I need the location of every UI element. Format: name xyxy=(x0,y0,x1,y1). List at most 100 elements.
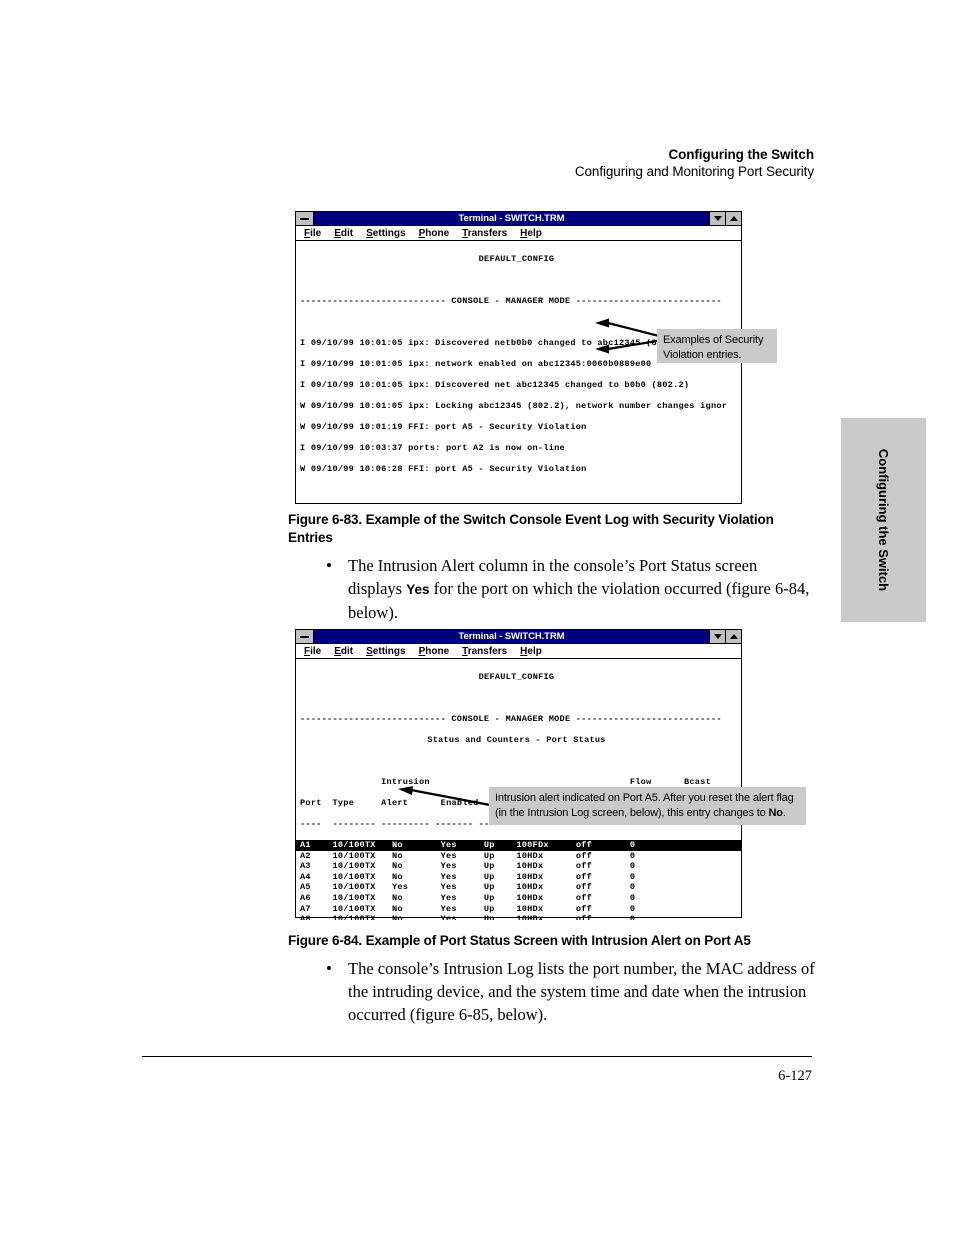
cell-bcast-limit: 0 xyxy=(629,893,663,904)
cell-type: 10/100TX xyxy=(332,914,392,920)
callout-line2: Violation entries. xyxy=(663,348,742,361)
cell-enabled: Yes xyxy=(440,882,484,893)
menu-item-edit[interactable]: Edit xyxy=(334,228,353,239)
chapter-side-tab: Configuring the Switch xyxy=(841,418,926,622)
cell-type: 10/100TX xyxy=(332,861,392,872)
title-bar: Terminal - SWITCH.TRM xyxy=(296,212,741,226)
cell-port: A7 xyxy=(300,903,333,914)
table-row[interactable]: A2 10/100TX No Yes Up 10HDx off 0 xyxy=(300,851,741,862)
cell-bcast-limit: 0 xyxy=(629,871,663,882)
cell-status: Up xyxy=(483,840,517,851)
page-number: 6-127 xyxy=(778,1068,812,1084)
cell-port: A3 xyxy=(300,861,333,872)
cell-intrusion-alert: No xyxy=(391,893,441,904)
log-line-security-violation-1: W 09/10/99 10:01:19 FFI: port A5 - Secur… xyxy=(300,422,587,433)
screen-title: Status and Counters - Port Status xyxy=(427,734,606,745)
menu-item-help[interactable]: Help xyxy=(520,646,542,657)
cell-status: Up xyxy=(483,893,517,904)
table-row[interactable]: A4 10/100TX No Yes Up 10HDx off 0 xyxy=(300,872,741,883)
cell-flow-ctrl: off xyxy=(575,850,630,861)
table-row[interactable]: A7 10/100TX No Yes Up 10HDx off 0 xyxy=(300,904,741,915)
window-title: Terminal - SWITCH.TRM xyxy=(458,631,565,642)
bullet-text-bold: Yes xyxy=(406,582,430,597)
table-row[interactable]: A6 10/100TX No Yes Up 10HDx off 0 xyxy=(300,893,741,904)
console-banner: --------------------------- CONSOLE - MA… xyxy=(300,713,722,724)
title-bar: Terminal - SWITCH.TRM xyxy=(296,630,741,644)
minimize-icon[interactable] xyxy=(709,630,725,643)
cell-type: 10/100TX xyxy=(332,850,392,861)
table-row[interactable]: A3 10/100TX No Yes Up 10HDx off 0 xyxy=(300,861,741,872)
menu-item-settings[interactable]: Settings xyxy=(366,228,405,239)
cell-status: Up xyxy=(483,914,517,920)
minimize-icon[interactable] xyxy=(709,212,725,225)
cell-flow-ctrl: off xyxy=(575,861,630,872)
cell-intrusion-alert: No xyxy=(391,840,441,851)
cell-type: 10/100TX xyxy=(332,903,392,914)
figure-caption-6-83: Figure 6-83. Example of the Switch Conso… xyxy=(288,512,774,545)
cell-intrusion-alert: No xyxy=(391,850,441,861)
config-name: DEFAULT_CONFIG xyxy=(478,253,555,264)
terminal-window-port-status: Terminal - SWITCH.TRM File Edit Settings… xyxy=(295,629,742,920)
menu-bar: File Edit Settings Phone Transfers Help xyxy=(296,644,741,659)
table-header-row-1: Port Type Intrusion Flow Bcast xyxy=(381,777,711,788)
menu-item-help[interactable]: Help xyxy=(520,228,542,239)
menu-item-file[interactable]: File xyxy=(304,646,321,657)
maximize-icon[interactable] xyxy=(725,630,741,643)
cell-flow-ctrl: off xyxy=(575,893,630,904)
cell-bcast-limit: 0 xyxy=(629,903,663,914)
cell-flow-ctrl: off xyxy=(575,871,630,882)
arrow-line xyxy=(607,338,664,351)
cell-mode: 10HDx xyxy=(516,903,576,914)
cell-mode: 10HDx xyxy=(516,850,576,861)
footer-rule xyxy=(142,1056,812,1057)
table-row[interactable]: A8 10/100TX No Yes Up 10HDx off 0 xyxy=(300,914,741,920)
cell-status: Up xyxy=(483,861,517,872)
cell-bcast-limit: 0 xyxy=(629,850,663,861)
menu-item-edit[interactable]: Edit xyxy=(334,646,353,657)
cell-port: A8 xyxy=(300,914,333,920)
callout-line1: Intrusion alert indicated on Port A5. Af… xyxy=(495,792,794,804)
cell-enabled: Yes xyxy=(440,840,484,851)
cell-type: 10/100TX xyxy=(332,840,392,851)
cell-enabled: Yes xyxy=(440,893,484,904)
menu-item-file[interactable]: File xyxy=(304,228,321,239)
cell-bcast-limit: 0 xyxy=(629,914,663,920)
arrow-head xyxy=(595,344,609,354)
menu-item-transfers[interactable]: Transfers xyxy=(462,646,507,657)
arrow-head xyxy=(595,318,609,328)
console-banner: --------------------------- CONSOLE - MA… xyxy=(300,295,722,306)
log-line: I 09/10/99 10:01:05 ipx: Discovered net … xyxy=(300,380,690,391)
cell-bcast-limit: 0 xyxy=(629,882,663,893)
running-head-line1: Configuring the Switch xyxy=(668,147,814,162)
cell-bcast-limit: 0 xyxy=(629,840,663,851)
bullet-item-intrusion-alert-column: • The Intrusion Alert column in the cons… xyxy=(318,554,813,624)
cell-mode: 10HDx xyxy=(516,893,576,904)
menu-item-transfers[interactable]: Transfers xyxy=(462,228,507,239)
terminal-screen: DEFAULT_CONFIG -------------------------… xyxy=(296,241,741,506)
callout-intrusion-alert: Intrusion alert indicated on Port A5. Af… xyxy=(489,787,806,825)
cell-enabled: Yes xyxy=(440,861,484,872)
table-row[interactable]: A1 10/100TX No Yes Up 100FDx off 0 xyxy=(296,840,741,851)
cell-enabled: Yes xyxy=(440,903,484,914)
menu-item-phone[interactable]: Phone xyxy=(419,228,450,239)
cell-enabled: Yes xyxy=(440,871,484,882)
system-menu-icon[interactable] xyxy=(296,212,314,225)
menu-item-phone[interactable]: Phone xyxy=(419,646,450,657)
bullet-marker: • xyxy=(326,959,332,978)
cell-intrusion-alert: No xyxy=(391,914,441,920)
cell-type: 10/100TX xyxy=(332,871,392,882)
arrow-line xyxy=(410,788,491,807)
cell-flow-ctrl: off xyxy=(575,882,630,893)
table-row[interactable]: A5 10/100TX Yes Yes Up 10HDx off 0 xyxy=(300,882,741,893)
menu-bar: File Edit Settings Phone Transfers Help xyxy=(296,226,741,241)
window-title: Terminal - SWITCH.TRM xyxy=(458,213,565,224)
cell-status: Up xyxy=(483,903,517,914)
maximize-icon[interactable] xyxy=(725,212,741,225)
cell-mode: 10HDx xyxy=(516,871,576,882)
log-line: I 09/10/99 10:03:37 ports: port A2 is no… xyxy=(300,443,565,454)
running-head-line2: Configuring and Monitoring Port Security xyxy=(574,164,814,179)
running-head: Configuring the Switch Configuring and M… xyxy=(575,146,814,181)
menu-item-settings[interactable]: Settings xyxy=(366,646,405,657)
cell-port: A4 xyxy=(300,871,333,882)
system-menu-icon[interactable] xyxy=(296,630,314,643)
